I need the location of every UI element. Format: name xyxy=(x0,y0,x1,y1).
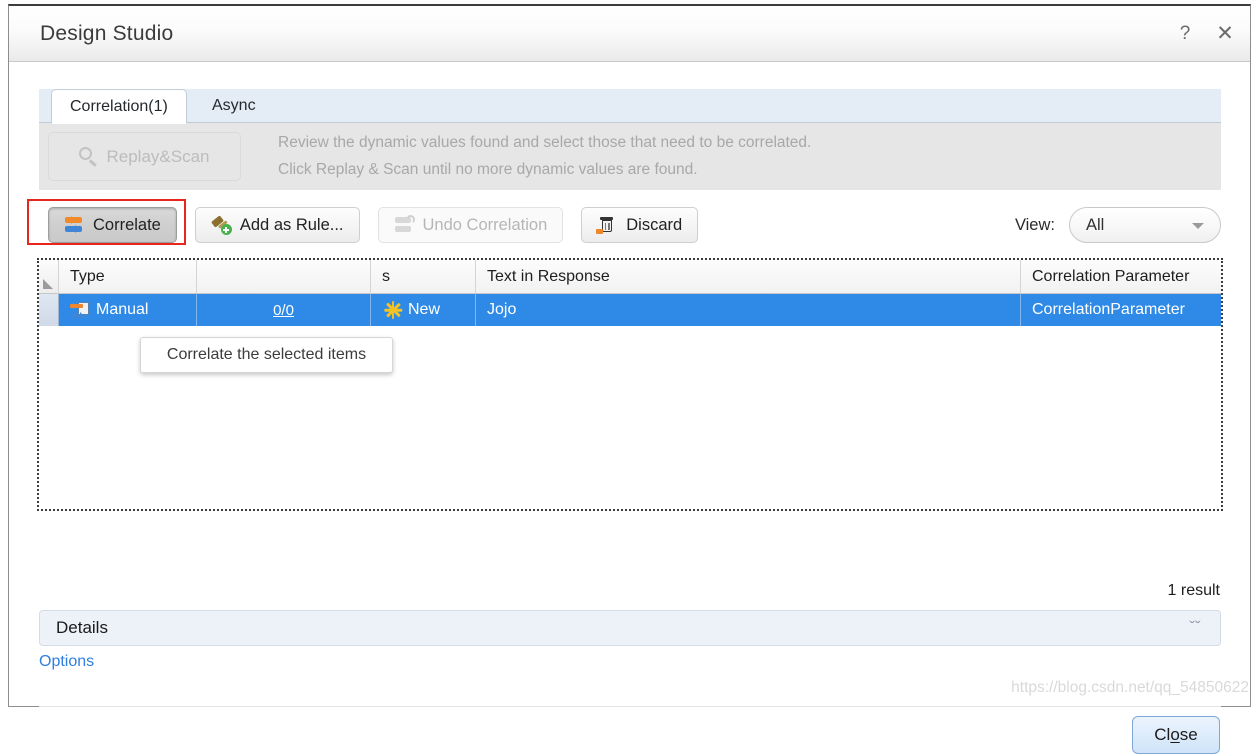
column-header-status[interactable]: s xyxy=(371,260,476,293)
gavel-add-icon xyxy=(210,215,232,235)
column-header-text-in-response[interactable]: Text in Response xyxy=(476,260,1021,293)
correlation-grid[interactable]: Type s Text in Response Correlation Para… xyxy=(37,258,1223,511)
new-star-icon xyxy=(385,301,401,319)
window-controls: ? ✕ xyxy=(1174,23,1236,45)
view-select[interactable]: All xyxy=(1069,207,1221,243)
options-link[interactable]: Options xyxy=(39,653,94,671)
cell-occurrences[interactable]: 0/0 xyxy=(197,294,371,326)
replay-scan-button[interactable]: Replay&Scan xyxy=(48,132,241,181)
info-text: Review the dynamic values found and sele… xyxy=(278,134,811,179)
help-icon[interactable]: ? xyxy=(1174,23,1196,45)
table-row[interactable]: Manual 0/0 New Jojo CorrelationParameter xyxy=(39,294,1221,326)
chevron-double-down-icon[interactable]: ˇˇ xyxy=(1186,619,1204,637)
cell-correlation-parameter[interactable]: CorrelationParameter xyxy=(1021,294,1219,326)
correlate-label: Correlate xyxy=(93,215,161,234)
view-filter: View: All xyxy=(1015,207,1221,243)
correlate-icon xyxy=(64,216,84,234)
details-panel-header[interactable]: Details ˇˇ xyxy=(39,610,1221,646)
close-icon[interactable]: ✕ xyxy=(1214,23,1236,45)
discard-label: Discard xyxy=(626,215,683,234)
tooltip: Correlate the selected items xyxy=(140,337,393,373)
cell-type-label: Manual xyxy=(96,301,149,318)
close-label-accel: o xyxy=(1170,725,1180,744)
info-line-1: Review the dynamic values found and sele… xyxy=(278,134,812,151)
info-line-2: Click Replay & Scan until no more dynami… xyxy=(278,161,698,178)
close-label-pre: Cl xyxy=(1154,725,1171,744)
footer-divider xyxy=(39,706,1221,707)
trash-icon xyxy=(596,216,617,234)
undo-correlation-icon xyxy=(394,215,415,234)
search-icon xyxy=(79,147,98,167)
occurrences-link[interactable]: 0/0 xyxy=(273,302,294,319)
watermark: https://blog.csdn.net/qq_54850622 xyxy=(1011,679,1249,696)
design-studio-window: Design Studio ? ✕ Correlation(1) Async R… xyxy=(8,4,1251,754)
info-panel: Replay&Scan Review the dynamic values fo… xyxy=(39,123,1221,190)
tab-correlation[interactable]: Correlation(1) xyxy=(51,89,187,124)
chevron-down-icon xyxy=(1192,223,1204,235)
column-header-occurrences[interactable] xyxy=(197,260,371,293)
grid-header-row: Type s Text in Response Correlation Para… xyxy=(39,260,1221,294)
cell-status-label: New xyxy=(408,301,441,318)
undo-correlation-label: Undo Correlation xyxy=(422,215,548,234)
view-label: View: xyxy=(1014,215,1055,234)
cell-type[interactable]: Manual xyxy=(59,294,197,326)
replay-scan-label: Replay&Scan xyxy=(106,146,210,166)
details-label: Details xyxy=(56,618,108,637)
view-select-value: All xyxy=(1086,215,1105,234)
result-count: 1 result xyxy=(1167,582,1220,599)
close-button[interactable]: Cl o se xyxy=(1132,716,1220,754)
add-as-rule-label: Add as Rule... xyxy=(239,215,344,234)
tab-strip: Correlation(1) Async xyxy=(39,89,1221,124)
correlate-manual-icon xyxy=(70,301,89,319)
action-toolbar: Correlate Add as Rule... Undo Correlatio… xyxy=(27,190,1221,260)
tab-async[interactable]: Async xyxy=(194,89,274,123)
dialog-body: Correlation(1) Async Replay&Scan Review … xyxy=(9,62,1250,754)
cell-text-in-response[interactable]: Jojo xyxy=(476,294,1021,326)
undo-correlation-button[interactable]: Undo Correlation xyxy=(377,207,564,243)
close-label-post: se xyxy=(1179,725,1198,744)
row-gutter xyxy=(39,294,59,326)
page-title: Design Studio xyxy=(40,21,174,45)
add-as-rule-button[interactable]: Add as Rule... xyxy=(194,207,360,243)
column-header-correlation-parameter[interactable]: Correlation Parameter xyxy=(1021,260,1219,293)
discard-button[interactable]: Discard xyxy=(581,207,699,243)
column-header-type[interactable]: Type xyxy=(59,260,197,293)
correlate-button[interactable]: Correlate xyxy=(48,207,177,243)
window-titlebar: Design Studio ? ✕ xyxy=(9,6,1250,62)
grid-sort-corner-icon[interactable] xyxy=(39,260,59,293)
cell-status[interactable]: New xyxy=(371,294,476,326)
